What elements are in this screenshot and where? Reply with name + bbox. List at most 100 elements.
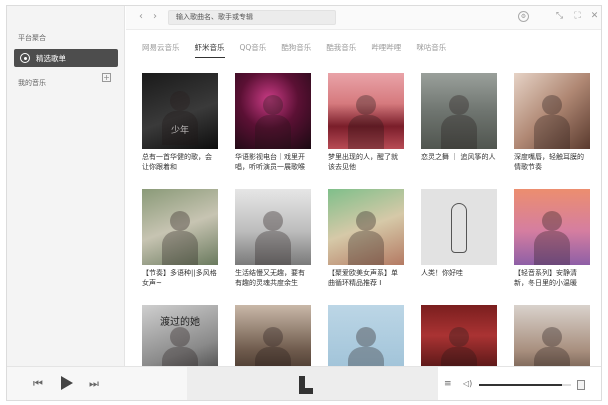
cover-figure: [263, 211, 283, 231]
playlist-card[interactable]: 恋灵之舞 ｜ 追风筝的人: [421, 73, 497, 184]
close-icon[interactable]: ✕: [589, 11, 600, 22]
playlist-card[interactable]: 少年 总有一首华健的歌，会让你跟着和: [142, 73, 218, 184]
playlist-cover[interactable]: [142, 189, 218, 265]
playlist-card[interactable]: [421, 305, 497, 368]
cover-figure-body: [348, 347, 384, 368]
cover-figure: [542, 327, 562, 347]
add-playlist-button[interactable]: +: [102, 73, 111, 82]
sidebar: 平台聚合 精选歌单 我的音乐 +: [7, 6, 125, 366]
cover-figure-body: [162, 231, 198, 265]
cover-figure-body: [441, 347, 477, 368]
playlist-cover[interactable]: [235, 73, 311, 149]
top-bar: ‹ › 输入歌曲名、歌手或专辑 ⚙ ⤡ ⛶ ✕: [126, 6, 601, 30]
tab-0[interactable]: 网易云音乐: [142, 42, 180, 58]
sidebar-my-music[interactable]: 我的音乐: [18, 78, 46, 88]
cover-figure-body: [534, 115, 570, 149]
playlist-title[interactable]: 【轻音系列】安静清新，冬日里的小温暖: [514, 268, 590, 300]
playlist-card[interactable]: 渡过的她: [142, 305, 218, 368]
volume-slider[interactable]: [479, 384, 571, 386]
cover-figure: [356, 211, 376, 231]
cover-figure-body: [162, 347, 198, 368]
playlist-cover[interactable]: [514, 305, 590, 368]
settings-icon[interactable]: ⚙: [518, 11, 529, 22]
playlist-card[interactable]: 【轻音系列】安静清新，冬日里的小温暖: [514, 189, 590, 300]
platform-tabs: 网易云音乐 虾米音乐 QQ音乐 酷狗音乐 酷我音乐 哔哩哔哩 咪咕音乐: [142, 42, 461, 58]
app-logo-icon: [299, 376, 313, 394]
cover-figure: [170, 91, 190, 111]
playlist-card[interactable]: 【节奏】多语种||多风格女声~: [142, 189, 218, 300]
cover-figure: [356, 95, 376, 115]
previous-track-icon[interactable]: ⏮: [33, 378, 43, 390]
playlist-icon[interactable]: ≡: [444, 379, 452, 389]
search-input[interactable]: 输入歌曲名、歌手或专辑: [168, 10, 336, 25]
sidebar-heading: 平台聚合: [18, 34, 46, 42]
now-playing-area[interactable]: [187, 367, 438, 400]
playlist-title[interactable]: 深度嘴唇，轻触耳膜的情歌节奏: [514, 152, 590, 184]
playlist-title[interactable]: 梦里出现的人，醒了就该去见他: [328, 152, 404, 184]
playlist-grid: 少年 总有一首华健的歌，会让你跟着和 华语影视电台｜戏里开唱，听听演员一展歌喉 梦里出…: [142, 73, 592, 368]
forward-button[interactable]: ›: [153, 11, 157, 23]
sidebar-item-label: 精选歌单: [36, 53, 66, 63]
playlist-cover[interactable]: [421, 73, 497, 149]
cover-figure: [542, 211, 562, 231]
cover-figure-body: [534, 231, 570, 265]
playlist-cover[interactable]: 渡过的她: [142, 305, 218, 368]
playlist-title[interactable]: 总有一首华健的歌，会让你跟着和: [142, 152, 218, 184]
playlist-card[interactable]: 生活结慢又无趣，要有有趣的灵魂共度余生: [235, 189, 311, 300]
playlist-cover[interactable]: [514, 73, 590, 149]
playlist-card[interactable]: 深度嘴唇，轻触耳膜的情歌节奏: [514, 73, 590, 184]
cover-figure-body: [255, 347, 291, 368]
cover-figure: [356, 327, 376, 347]
playlist-card[interactable]: 华语影视电台｜戏里开唱，听听演员一展歌喉: [235, 73, 311, 184]
playlist-cover[interactable]: [328, 73, 404, 149]
playlist-card[interactable]: 【聚爱欧美女声系】单曲循环精品推荐 I: [328, 189, 404, 300]
cover-figure: [170, 327, 190, 347]
playlist-title[interactable]: 人类！你好哇: [421, 268, 497, 300]
volume-handle[interactable]: [577, 380, 585, 390]
playlist-title[interactable]: 【聚爱欧美女声系】单曲循环精品推荐 I: [328, 268, 404, 300]
playlist-cover[interactable]: [235, 189, 311, 265]
next-track-icon[interactable]: ⏭: [89, 378, 99, 390]
playlist-cover[interactable]: 少年: [142, 73, 218, 149]
volume-icon[interactable]: ◁): [463, 379, 472, 388]
playlist-cover[interactable]: [514, 189, 590, 265]
cover-figure-body: [348, 231, 384, 265]
playlist-title[interactable]: 生活结慢又无趣，要有有趣的灵魂共度余生: [235, 268, 311, 300]
tab-6[interactable]: 咪咕音乐: [416, 42, 446, 58]
minimize-icon[interactable]: ⤡: [554, 11, 565, 22]
tab-1[interactable]: 虾米音乐: [194, 42, 225, 58]
playlist-cover[interactable]: [421, 305, 497, 368]
cover-figure: [263, 95, 283, 115]
playlist-card[interactable]: 人类！你好哇: [421, 189, 497, 300]
playlist-cover[interactable]: [421, 189, 497, 265]
playlist-card[interactable]: [514, 305, 590, 368]
sidebar-item-featured-playlists[interactable]: 精选歌单: [14, 49, 118, 67]
playlist-card[interactable]: [235, 305, 311, 368]
playlist-title[interactable]: 华语影视电台｜戏里开唱，听听演员一展歌喉: [235, 152, 311, 184]
disc-icon: [20, 53, 30, 63]
playlist-title[interactable]: 【节奏】多语种||多风格女声~: [142, 268, 218, 300]
tab-2[interactable]: QQ音乐: [240, 42, 267, 58]
tab-4[interactable]: 酷我音乐: [326, 42, 356, 58]
playlist-cover[interactable]: [235, 305, 311, 368]
app-window: 平台聚合 精选歌单 我的音乐 + ‹ › 输入歌曲名、歌手或专辑 ⚙ ⤡ ⛶ ✕…: [6, 5, 602, 401]
cover-figure-body: [534, 347, 570, 368]
playlist-title[interactable]: 恋灵之舞 ｜ 追风筝的人: [421, 152, 497, 184]
player-controls: ⏮ ⏭: [7, 367, 187, 400]
cover-figure: [170, 211, 190, 231]
playlist-cover[interactable]: [328, 305, 404, 368]
back-button[interactable]: ‹: [139, 11, 143, 23]
playlist-cover[interactable]: [328, 189, 404, 265]
cover-text: 渡过的她: [160, 317, 200, 328]
cover-figure-body: [255, 115, 291, 149]
cover-figure-body: [348, 115, 384, 149]
playlist-card[interactable]: [328, 305, 404, 368]
tab-3[interactable]: 酷狗音乐: [281, 42, 311, 58]
play-button[interactable]: [61, 376, 73, 390]
doodle-figure: [451, 203, 467, 253]
playlist-card[interactable]: 梦里出现的人，醒了就该去见他: [328, 73, 404, 184]
tab-5[interactable]: 哔哩哔哩: [371, 42, 401, 58]
cover-figure: [449, 327, 469, 347]
cover-figure: [449, 95, 469, 115]
maximize-icon[interactable]: ⛶: [572, 11, 583, 22]
